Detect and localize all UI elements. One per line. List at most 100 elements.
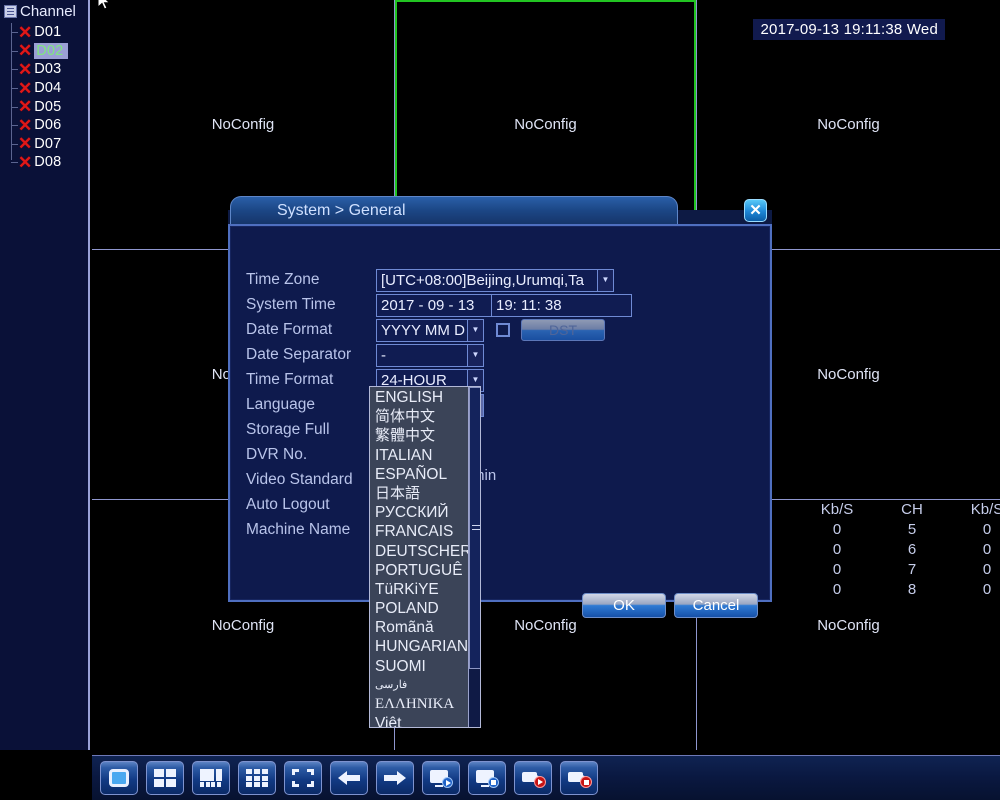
bitrate-cell: 5 xyxy=(907,520,917,538)
system-time-input[interactable]: 19: 11: 38 xyxy=(492,293,632,317)
dropdown-scrollbar[interactable] xyxy=(468,387,480,727)
time-zone-select[interactable]: [UTC+08:00]Beijing,Urumqi,Ta xyxy=(376,268,614,292)
bottom-toolbar xyxy=(92,755,1000,800)
dialog-title-tab: System > General xyxy=(230,196,678,224)
language-option[interactable]: ITALIAN xyxy=(373,446,468,465)
field-language: Language ENGLISH xyxy=(246,393,756,417)
language-option[interactable]: TüRKiYE xyxy=(373,580,468,599)
view-4split-button[interactable] xyxy=(146,761,184,795)
language-option[interactable]: PORTUGUÊ xyxy=(373,561,468,580)
table-row: 0 6 0 xyxy=(792,539,1000,559)
table-row: 0 5 0 xyxy=(792,519,1000,539)
bitrate-cell: 0 xyxy=(832,540,842,558)
channel-item-d02[interactable]: ✕ D02 xyxy=(0,42,88,61)
date-format-value: YYYY MM D xyxy=(376,318,468,342)
chevron-down-icon[interactable] xyxy=(468,343,484,367)
camera-record-icon xyxy=(522,769,546,788)
language-option[interactable]: Việt xyxy=(373,714,468,727)
field-time-format: Time Format 24-HOUR xyxy=(246,368,756,392)
language-dropdown-list[interactable]: ENGLISH 简体中文 繁體中文 ITALIAN ESPAÑOL 日本語 РУССКИЙ F… xyxy=(369,386,481,728)
grid-9-icon xyxy=(246,769,268,787)
time-zone-label: Time Zone xyxy=(246,271,320,288)
grid-8-icon xyxy=(200,769,222,787)
channel-item-d07[interactable]: ✕ D07 xyxy=(0,135,88,154)
dvr-no-label: DVR No. xyxy=(246,446,308,463)
chevron-down-icon[interactable] xyxy=(598,268,614,292)
channel-tree-title: Channel xyxy=(20,3,76,20)
channel-item-label: D02 xyxy=(34,42,69,59)
language-option[interactable]: Romãnă xyxy=(373,618,468,637)
language-option[interactable]: فارسى xyxy=(373,676,468,695)
fullscreen-icon xyxy=(292,769,314,787)
scrollbar-grip-icon xyxy=(472,525,480,530)
dst-button[interactable]: DST xyxy=(521,319,605,341)
date-separator-label: Date Separator xyxy=(246,346,352,363)
language-option[interactable]: 日本語 xyxy=(373,484,468,503)
bitrate-cell: 6 xyxy=(907,540,917,558)
language-option[interactable]: РУССКИЙ xyxy=(373,503,468,522)
field-date-format: Date Format YYYY MM D DST xyxy=(246,318,756,342)
scrollbar-thumb[interactable] xyxy=(469,387,480,669)
language-option[interactable]: ESPAÑOL xyxy=(373,465,468,484)
red-x-icon: ✕ xyxy=(18,115,33,135)
osd-timestamp: 2017-09-13 19:11:38 Wed xyxy=(753,19,945,40)
channel-item-d04[interactable]: ✕ D04 xyxy=(0,79,88,98)
view-9split-button[interactable] xyxy=(238,761,276,795)
bitrate-table-header: Kb/S CH Kb/S xyxy=(792,500,1000,519)
field-time-zone: Time Zone [UTC+08:00]Beijing,Urumqi,Ta xyxy=(246,268,756,292)
record-start-button[interactable] xyxy=(514,761,552,795)
channel-item-d05[interactable]: ✕ D05 xyxy=(0,97,88,116)
red-x-icon: ✕ xyxy=(18,22,33,42)
cancel-button[interactable]: Cancel xyxy=(674,593,758,618)
language-option[interactable]: ENGLISH xyxy=(373,388,468,407)
arrow-right-icon xyxy=(384,769,406,787)
date-format-label: Date Format xyxy=(246,321,333,338)
channel-tree-header: Channel xyxy=(0,0,88,22)
channel-item-label: D04 xyxy=(34,80,62,97)
close-icon[interactable]: ✕ xyxy=(744,199,767,222)
prev-page-button[interactable] xyxy=(330,761,368,795)
language-option[interactable]: ΕΛΛΗΝΙΚΑ xyxy=(373,695,468,714)
tour-start-button[interactable] xyxy=(422,761,460,795)
bitrate-cell: 0 xyxy=(832,580,842,598)
view-single-button[interactable] xyxy=(100,761,138,795)
channel-item-label: D01 xyxy=(34,24,62,41)
page-title: System > General xyxy=(277,201,406,219)
bitrate-col-header: Kb/S xyxy=(970,501,1000,518)
chevron-down-icon[interactable] xyxy=(468,318,484,342)
dvr-screen: Channel ✕ D01 ✕ D02 ✕ D03 ✕ D04 ✕ D05 ✕ D06 ✕ D07 ✕ D08… xyxy=(0,0,1000,800)
language-option[interactable]: 繁體中文 xyxy=(373,426,468,445)
language-option[interactable]: DEUTSCHER xyxy=(373,542,468,561)
language-option[interactable]: SUOMI xyxy=(373,657,468,676)
machine-name-label: Machine Name xyxy=(246,521,351,538)
system-date-input[interactable]: 2017 - 09 - 13 xyxy=(376,293,492,317)
red-x-icon: ✕ xyxy=(18,78,33,98)
date-format-select[interactable]: YYYY MM D xyxy=(376,318,484,342)
channel-item-d01[interactable]: ✕ D01 xyxy=(0,23,88,42)
dst-checkbox[interactable] xyxy=(496,323,510,337)
bitrate-table: Kb/S CH Kb/S 0 5 0 0 6 0 0 7 0 0 8 0 xyxy=(792,500,1000,599)
dialog-body: Time Zone [UTC+08:00]Beijing,Urumqi,Ta S… xyxy=(228,224,772,618)
channel-item-label: D03 xyxy=(34,61,62,78)
channel-item-d03[interactable]: ✕ D03 xyxy=(0,60,88,79)
view-fullscreen-button[interactable] xyxy=(284,761,322,795)
storage-full-label: Storage Full xyxy=(246,421,330,438)
next-page-button[interactable] xyxy=(376,761,414,795)
red-x-icon: ✕ xyxy=(18,134,33,154)
ok-button[interactable]: OK xyxy=(582,593,666,618)
language-option[interactable]: 简体中文 xyxy=(373,407,468,426)
field-machine-name: Machine Name xyxy=(246,518,756,542)
tour-stop-button[interactable] xyxy=(468,761,506,795)
video-cell-label: NoConfig xyxy=(514,616,577,634)
date-separator-select[interactable]: - xyxy=(376,343,484,367)
field-system-time: System Time 2017 - 09 - 13 19: 11: 38 xyxy=(246,293,756,317)
channel-item-d06[interactable]: ✕ D06 xyxy=(0,116,88,135)
record-stop-button[interactable] xyxy=(560,761,598,795)
language-option[interactable]: HUNGARIAN xyxy=(373,637,468,656)
bitrate-col-header: CH xyxy=(901,501,923,518)
system-general-dialog: System > General ✕ Time Zone [UTC+08:00]… xyxy=(228,196,772,618)
view-8split-button[interactable] xyxy=(192,761,230,795)
language-option[interactable]: FRANCAIS xyxy=(373,522,468,541)
channel-item-d08[interactable]: ✕ D08 xyxy=(0,153,88,172)
language-option[interactable]: POLAND xyxy=(373,599,468,618)
